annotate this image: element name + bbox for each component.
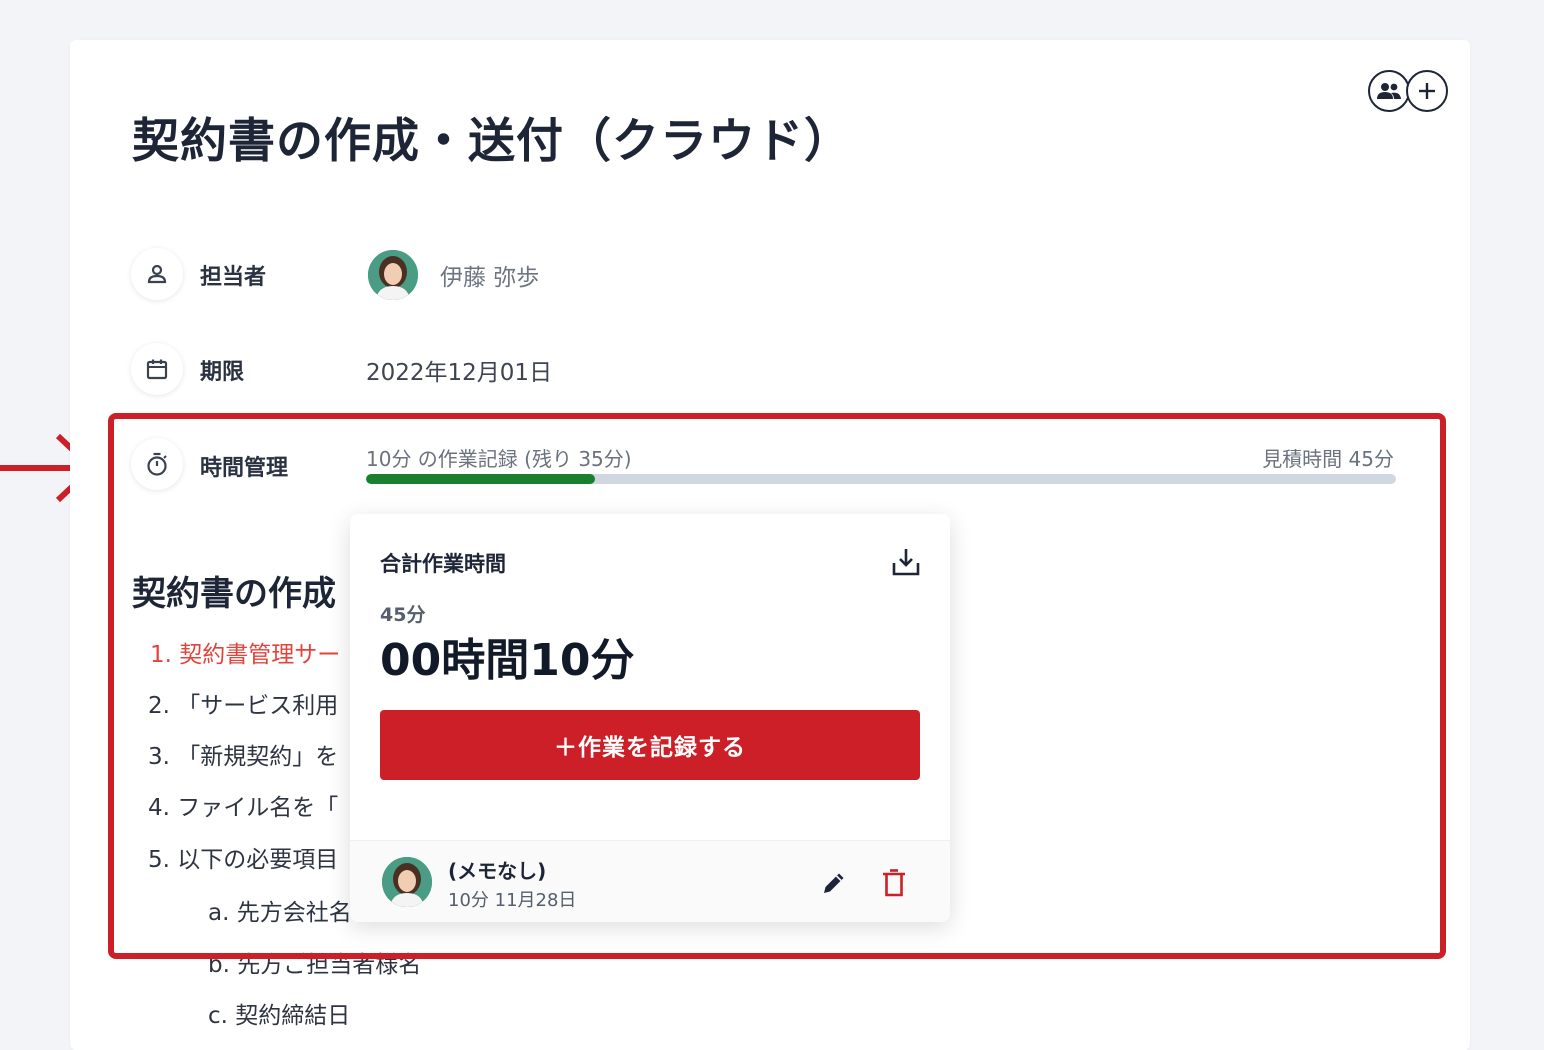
assignee-name[interactable]: 伊藤 弥歩 <box>440 258 539 292</box>
download-button[interactable] <box>886 542 926 582</box>
deadline-label: 期限 <box>200 360 245 385</box>
time-progress-bar <box>366 474 1396 484</box>
time-summary: 10分 の作業記録 (残り 35分) <box>366 447 632 471</box>
members-button[interactable] <box>1368 70 1410 112</box>
time-progress-fill <box>366 474 595 484</box>
substep-item: c. 契約締結日 <box>208 1003 351 1029</box>
person-icon <box>147 264 167 284</box>
group-icon <box>1377 83 1401 99</box>
deadline-value[interactable]: 2022年12月01日 <box>366 353 552 387</box>
description-heading: 契約書の作成 <box>132 574 336 614</box>
substep-item: a. 先方会社名 <box>208 900 352 926</box>
step-item: 3. 「新規契約」を <box>148 744 339 770</box>
time-management-label: 時間管理 <box>200 456 289 481</box>
avatar <box>382 857 432 907</box>
add-member-button[interactable] <box>1406 70 1448 112</box>
delete-entry-button[interactable] <box>876 865 912 901</box>
popover-total-time: 00時間10分 <box>380 635 635 686</box>
avatar-image <box>382 857 432 907</box>
avatar-image <box>368 250 418 300</box>
plus-icon <box>1419 83 1435 99</box>
entry-memo: (メモなし) <box>448 859 547 883</box>
member-controls <box>1366 70 1452 118</box>
stopwatch-icon <box>147 452 167 476</box>
assignee-icon-badge <box>131 248 183 300</box>
popover-title: 合計作業時間 <box>380 552 506 576</box>
step-item: 5. 以下の必要項目 <box>148 847 339 873</box>
step-item: 2. 「サービス利用 <box>148 693 339 719</box>
substep-item: b. 先方ご担当者様名 <box>208 952 422 978</box>
assignee-label: 担当者 <box>200 265 267 290</box>
deadline-icon-badge <box>131 343 183 395</box>
entry-meta: 10分 11月28日 <box>448 890 577 911</box>
page-title: 契約書の作成・送付（クラウド） <box>132 114 852 169</box>
time-icon-badge <box>131 438 183 490</box>
download-icon <box>892 549 920 576</box>
time-estimate: 見積時間 45分 <box>1262 447 1394 471</box>
work-entry-row: (メモなし) 10分 11月28日 <box>350 840 950 922</box>
record-work-button[interactable]: ＋作業を記録する <box>380 710 920 780</box>
step-item[interactable]: 1. 契約書管理サー <box>150 635 340 669</box>
trash-icon <box>883 869 905 897</box>
calendar-icon <box>146 359 168 380</box>
popover-estimate: 45分 <box>380 604 426 626</box>
pencil-icon <box>824 873 844 893</box>
time-tracking-popover: 合計作業時間 45分 00時間10分 ＋作業を記録する (メモなし) 10分 1… <box>350 514 950 922</box>
avatar[interactable] <box>368 250 418 300</box>
step-item: 4. ファイル名を「 <box>148 795 339 821</box>
edit-entry-button[interactable] <box>816 865 852 901</box>
